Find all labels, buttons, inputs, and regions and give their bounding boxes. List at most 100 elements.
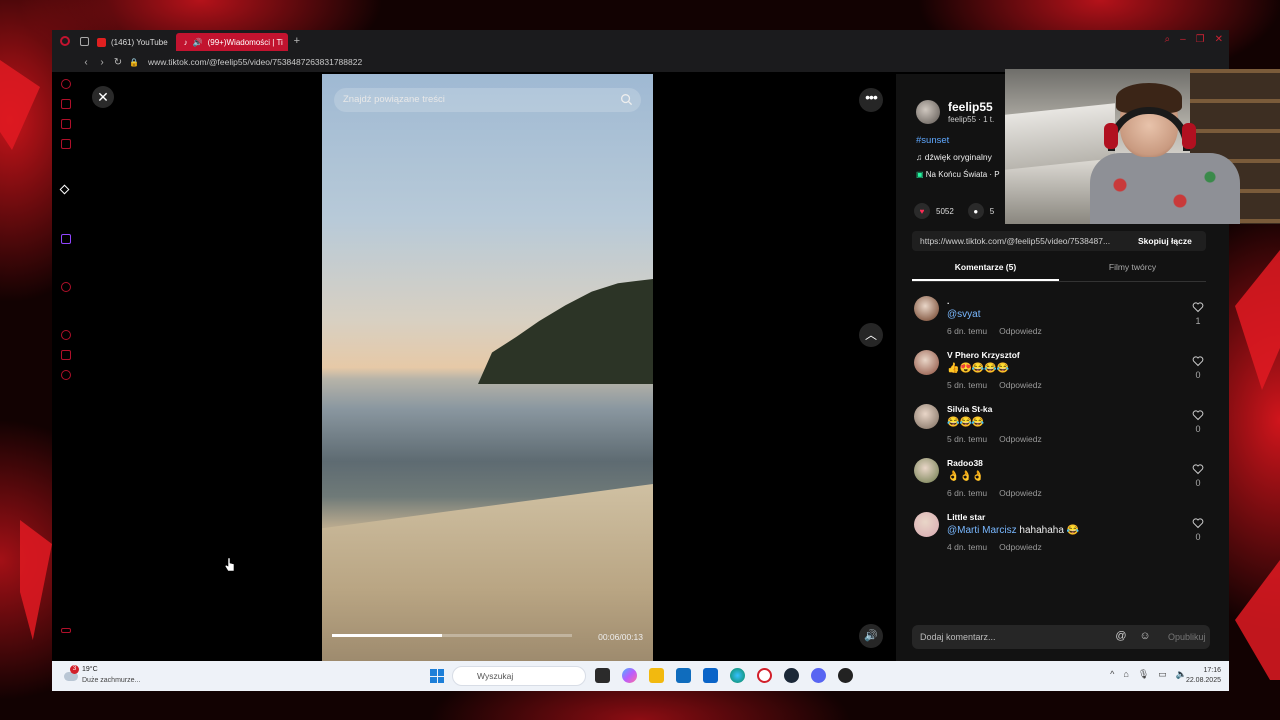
sidebar-history-icon[interactable] [61,79,71,89]
close-video-button[interactable]: ✕ [92,86,114,108]
url-field[interactable]: www.tiktok.com/@feelip55/video/753848726… [148,57,362,67]
comment-like-icon[interactable] [1192,355,1204,367]
comment-mention[interactable]: @Marti Marcisz [947,525,1017,536]
steam-icon[interactable] [784,668,799,683]
webcam-streamer [1090,83,1240,224]
window-controls: ⌕ – ❐ ✕ [1164,34,1223,45]
maximize-icon[interactable]: ❐ [1196,34,1205,45]
share-url[interactable]: https://www.tiktok.com/@feelip55/video/7… [912,236,1130,246]
comment-age: 6 dn. temu [947,326,988,336]
search-icon[interactable] [620,93,633,106]
commenter-avatar[interactable] [914,512,939,537]
sidebar-extensions-icon[interactable] [61,350,71,360]
sidebar-player-icon[interactable] [61,282,71,292]
desktop-background: (1461) YouTube ♪ 🔊 (99+)Wiadomości | Ti … [0,0,1280,720]
close-window-icon[interactable]: ✕ [1215,34,1223,45]
like-heart-icon[interactable]: ♥ [914,203,930,219]
opera-gx-icon[interactable] [757,668,772,683]
copilot-icon[interactable] [622,668,637,683]
comment-like-icon[interactable] [1192,409,1204,421]
commenter-avatar[interactable] [914,458,939,483]
reload-icon[interactable]: ↻ [110,57,126,68]
comment-text: 😂😂😂 [947,417,984,428]
reply-button[interactable]: Odpowiedz [999,326,1042,336]
commenter-avatar[interactable] [914,296,939,321]
more-options-button[interactable]: ••• [859,88,883,112]
clock-date: 22.08.2025 [1185,677,1221,684]
video-player[interactable]: Znajdź powiązane treści 00:06/00:13 [322,74,653,661]
commenter-name[interactable]: Silvia St-ka [947,404,992,414]
author-avatar[interactable] [916,100,940,124]
sound-link[interactable]: ♫ dźwięk oryginalny [916,152,992,162]
taskbar-clock[interactable]: 17:16 22.08.2025 [1186,666,1221,686]
red-brush-decoration [1235,560,1280,680]
forward-icon[interactable]: › [94,57,110,68]
reply-button[interactable]: Odpowiedz [999,434,1042,444]
sidebar-wallet-icon[interactable] [61,119,71,129]
file-explorer-icon[interactable] [649,668,664,683]
new-tab-icon[interactable]: + [294,35,300,47]
emoji-icon[interactable]: ☺ [1138,629,1152,643]
commenter-name[interactable]: V Phero Krzysztof [947,350,1020,360]
copy-link-button[interactable]: Skopiuj łącze [1130,236,1192,246]
edge-icon[interactable] [730,668,745,683]
sidebar-clock-icon[interactable] [61,330,71,340]
webcam-overlay [1005,69,1280,224]
comment-mention[interactable]: @svyat [947,309,981,320]
sidebar-aria-icon[interactable] [59,184,70,195]
store-icon[interactable] [676,668,691,683]
reply-button[interactable]: Odpowiedz [999,488,1042,498]
comment-body: 👍😍😂😂😂 [947,363,1010,374]
search-tabs-icon[interactable]: ⌕ [1164,34,1170,45]
app-icon[interactable] [838,668,853,683]
commenter-name[interactable]: Little star [947,512,985,522]
chevron-up-icon[interactable]: ^ [1110,669,1114,680]
tab-tiktok[interactable]: ♪ 🔊 (99+)Wiadomości | Ti [175,33,288,51]
comment-like-icon[interactable] [1192,463,1204,475]
weather-temperature: 19°C [82,666,98,673]
outlook-icon[interactable] [703,668,718,683]
tab-youtube[interactable]: (1461) YouTube [89,33,176,51]
video-progress-bar[interactable] [332,634,572,637]
back-icon[interactable]: ‹ [78,57,94,68]
volume-button[interactable]: 🔊 [859,624,883,648]
display-icon[interactable]: ▭ [1158,669,1167,680]
sidebar-store-icon[interactable] [61,99,71,109]
task-view-icon[interactable] [595,668,610,683]
tab-creator-videos[interactable]: Filmy twórcy [1059,262,1206,281]
sidebar-settings-icon[interactable] [61,370,71,380]
playlist-link[interactable]: ▣ Na Końcu Świata · P [916,170,1000,179]
sidebar-toggle-icon[interactable] [61,628,71,633]
start-button-icon[interactable] [430,669,444,683]
comment-like-icon[interactable] [1192,517,1204,529]
reply-button[interactable]: Odpowiedz [999,542,1042,552]
discord-icon[interactable] [811,668,826,683]
reply-button[interactable]: Odpowiedz [999,380,1042,390]
mention-icon[interactable]: @ [1114,629,1128,643]
commenter-name[interactable]: Radoo38 [947,458,983,468]
tab-menu-icon[interactable] [80,36,89,46]
commenter-name[interactable]: . [947,296,949,306]
hashtag-link[interactable]: #sunset [916,135,949,146]
publish-button[interactable]: Opublikuj [1168,625,1206,649]
comment-bubble-icon[interactable]: ● [967,203,984,219]
comment-like-icon[interactable] [1192,301,1204,313]
windows-taskbar: 3 19°C Duże zachmurze... Wyszukaj ^ ⌂ 🎙 … [52,661,1229,691]
previous-video-button[interactable]: ︿ [859,323,883,347]
commenter-avatar[interactable] [914,350,939,375]
sound-label: dźwięk oryginalny [924,152,992,162]
related-search-input[interactable]: Znajdź powiązane treści [334,88,641,112]
tab-comments[interactable]: Komentarze (5) [912,262,1059,281]
sidebar-twitch-icon[interactable] [61,234,71,244]
opera-logo-icon[interactable] [60,36,70,46]
network-icon[interactable]: ⌂ [1123,669,1128,680]
comment-meta: 5 dn. temu Odpowiedz [947,434,1054,444]
comment-input[interactable]: Dodaj komentarz... [912,625,1210,649]
commenter-avatar[interactable] [914,404,939,429]
minimize-icon[interactable]: – [1180,34,1186,45]
sidebar-mail-icon[interactable] [61,139,71,149]
microphone-icon[interactable]: 🎙 [1138,669,1149,680]
author-name[interactable]: feelip55 [948,100,993,114]
taskbar-search-input[interactable]: Wyszukaj [452,666,586,686]
comment-count: 5 [989,206,995,216]
